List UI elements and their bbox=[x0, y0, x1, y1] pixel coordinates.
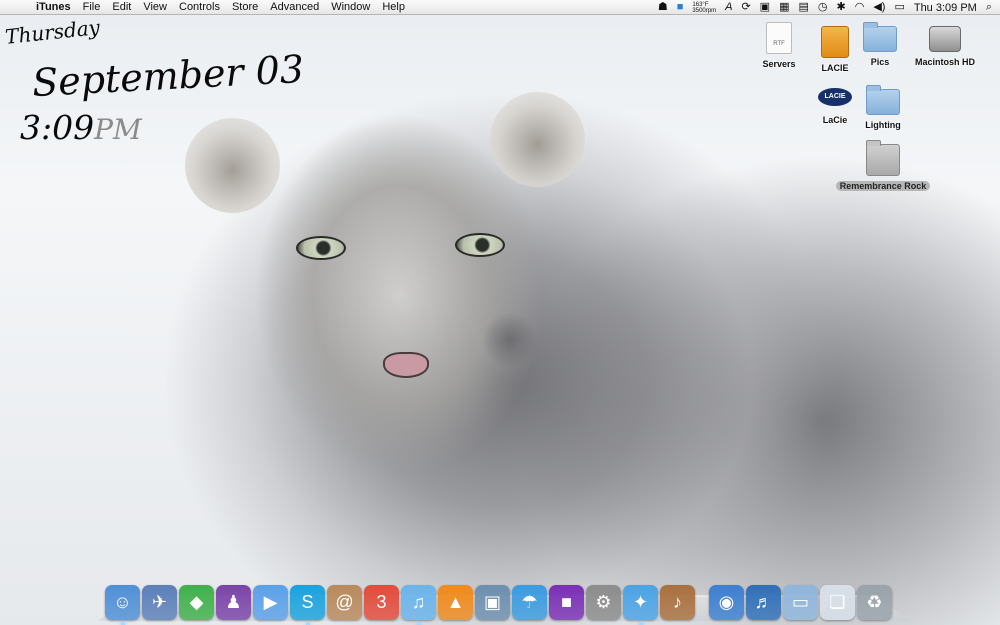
dock-item-itunes[interactable]: ♫ bbox=[401, 585, 436, 625]
iphoto-icon: ▣ bbox=[483, 592, 501, 612]
menu-store[interactable]: Store bbox=[226, 0, 264, 15]
network-icon: ◉ bbox=[718, 592, 735, 612]
trash-icon: ♻ bbox=[866, 592, 883, 612]
menu-window[interactable]: Window bbox=[325, 0, 376, 15]
folder-icon bbox=[863, 22, 897, 52]
blue-square-icon[interactable]: ■ bbox=[677, 0, 684, 15]
date-time-widget: Thursday September 03 3:09PM bbox=[4, 15, 305, 160]
dock-item-sims[interactable]: ◆ bbox=[179, 585, 214, 620]
folder-icon: ▭ bbox=[791, 592, 809, 612]
dock-item-trash[interactable]: ♻ bbox=[857, 585, 892, 620]
front-row-icon: ■ bbox=[561, 592, 572, 612]
menu-extras: ☗ ■ 163°F 3500rpm A ⟳ ▣ ▦ ▤ ◷ ✱ ◠ ◀) ▭ T… bbox=[658, 0, 992, 15]
dock-item-garageband[interactable]: ♪ bbox=[660, 585, 695, 620]
fan-speed-readout: 3500rpm bbox=[692, 7, 717, 14]
dock-item-photos[interactable]: ☂ bbox=[512, 585, 547, 620]
dock-item-frontrow[interactable]: ■ bbox=[549, 585, 584, 620]
document-icon: ❏ bbox=[829, 592, 846, 612]
menu-clock[interactable]: Thu 3:09 PM bbox=[914, 2, 977, 14]
dock-item-system-preferences[interactable]: ⚙ bbox=[586, 585, 621, 620]
desktop-icon-label: Pics bbox=[870, 57, 890, 67]
desktop-icon-remembrance-rock[interactable]: Remembrance Rock bbox=[833, 140, 933, 194]
dock-item-ical[interactable]: 3 bbox=[364, 585, 399, 620]
desktop-icon-macintosh-hd[interactable]: Macintosh HD bbox=[905, 22, 985, 70]
widget-time-digits: 3:09 bbox=[20, 108, 95, 147]
battery-icon[interactable]: ▭ bbox=[894, 0, 904, 15]
menu-edit[interactable]: Edit bbox=[106, 0, 137, 15]
widget-ampm: PM bbox=[94, 113, 142, 146]
safari-compass-icon: ✦ bbox=[632, 592, 649, 612]
desktop-icon-lighting[interactable]: Lighting bbox=[843, 85, 923, 133]
leopard-left-eye bbox=[296, 236, 346, 260]
itunes-icon: ♫ bbox=[411, 592, 426, 612]
script-a-icon[interactable]: A bbox=[725, 0, 732, 15]
dock: ☺ ✈ ◆ ♟ ▶ S @3 ♫ ▲ ▣ ☂ ■ ⚙ ✦ ♪ ◉ ♬ ▭ ❏ ♻ bbox=[105, 578, 892, 625]
doc-type-tag: RTF bbox=[773, 41, 785, 47]
adium-icon: ♟ bbox=[225, 592, 242, 612]
hard-drive-icon bbox=[929, 26, 961, 52]
dock-item-guitar-app[interactable]: ♬ bbox=[746, 585, 781, 620]
sync-icon[interactable]: ⟳ bbox=[741, 0, 750, 15]
menu-view[interactable]: View bbox=[137, 0, 173, 15]
dock-item-finder[interactable]: ☺ bbox=[105, 585, 140, 625]
skype-icon: S bbox=[301, 592, 314, 612]
guitar-stack-icon: ♬ bbox=[754, 592, 773, 612]
desktop-icon-label: Macintosh HD bbox=[914, 57, 975, 67]
bluetooth-icon[interactable]: ✱ bbox=[836, 0, 845, 15]
menu-advanced[interactable]: Advanced bbox=[264, 0, 325, 15]
desktop-icon-label: Lighting bbox=[865, 120, 901, 130]
time-machine-icon[interactable]: ◷ bbox=[818, 0, 828, 15]
dock-item-skype[interactable]: S bbox=[290, 585, 325, 625]
leopard-nose bbox=[383, 352, 429, 378]
folder-icon bbox=[866, 140, 900, 176]
leopard-right-eye bbox=[455, 233, 505, 257]
folder-icon bbox=[866, 85, 900, 115]
guitar-icon: ♪ bbox=[673, 592, 682, 612]
leopard-right-ear bbox=[490, 92, 585, 187]
volume-icon[interactable]: ◀) bbox=[873, 0, 885, 15]
ichat-icon: ▶ bbox=[263, 592, 278, 612]
document-icon: RTF bbox=[766, 22, 792, 54]
temperature-monitor[interactable]: 163°F 3500rpm bbox=[692, 2, 716, 14]
dock-item-network[interactable]: ◉ bbox=[709, 585, 744, 620]
dock-item-documents[interactable]: ❏ bbox=[820, 585, 855, 620]
preview-icon: ✈ bbox=[151, 592, 168, 612]
menu-file[interactable]: File bbox=[77, 0, 107, 15]
address-book-icon: @ bbox=[335, 592, 354, 612]
dock-item-safari[interactable]: ✦ bbox=[623, 585, 658, 625]
menu-bar: iTunes File Edit View Controls Store Adv… bbox=[0, 0, 1000, 15]
menu-controls[interactable]: Controls bbox=[173, 0, 226, 15]
ical-icon: 3 bbox=[376, 592, 387, 612]
box-icon[interactable]: ▦ bbox=[779, 0, 789, 15]
menu-app-itunes[interactable]: iTunes bbox=[30, 0, 77, 15]
sims-icon: ◆ bbox=[189, 592, 204, 612]
dock-item-applications-folder[interactable]: ▭ bbox=[783, 585, 818, 620]
vlc-cone-icon: ▲ bbox=[446, 592, 465, 612]
lock-icon[interactable]: ▣ bbox=[760, 0, 770, 15]
spotlight-search-icon[interactable]: ⌕ bbox=[986, 0, 992, 15]
desktop-icon-label-selected: Remembrance Rock bbox=[835, 181, 931, 191]
dock-item-vlc[interactable]: ▲ bbox=[438, 585, 473, 620]
dock-item-preview[interactable]: ✈ bbox=[142, 585, 177, 620]
dock-item-ichat[interactable]: ▶ bbox=[253, 585, 288, 620]
dock-item-adium[interactable]: ♟ bbox=[216, 585, 251, 620]
wifi-icon[interactable]: ◠ bbox=[855, 0, 865, 15]
gear-icon: ⚙ bbox=[595, 592, 612, 612]
widget-time: 3:09PM bbox=[20, 108, 142, 147]
dock-item-address-book[interactable]: @ bbox=[327, 585, 362, 620]
menu-help[interactable]: Help bbox=[376, 0, 411, 15]
desktop-icon-label: Servers bbox=[762, 59, 796, 69]
cat-icon[interactable]: ☗ bbox=[658, 0, 668, 15]
widget-day: Thursday bbox=[4, 15, 101, 49]
display-icon[interactable]: ▤ bbox=[798, 0, 808, 15]
finder-icon: ☺ bbox=[113, 592, 132, 612]
photo-album-icon: ☂ bbox=[521, 592, 538, 612]
dock-item-iphoto[interactable]: ▣ bbox=[475, 585, 510, 620]
